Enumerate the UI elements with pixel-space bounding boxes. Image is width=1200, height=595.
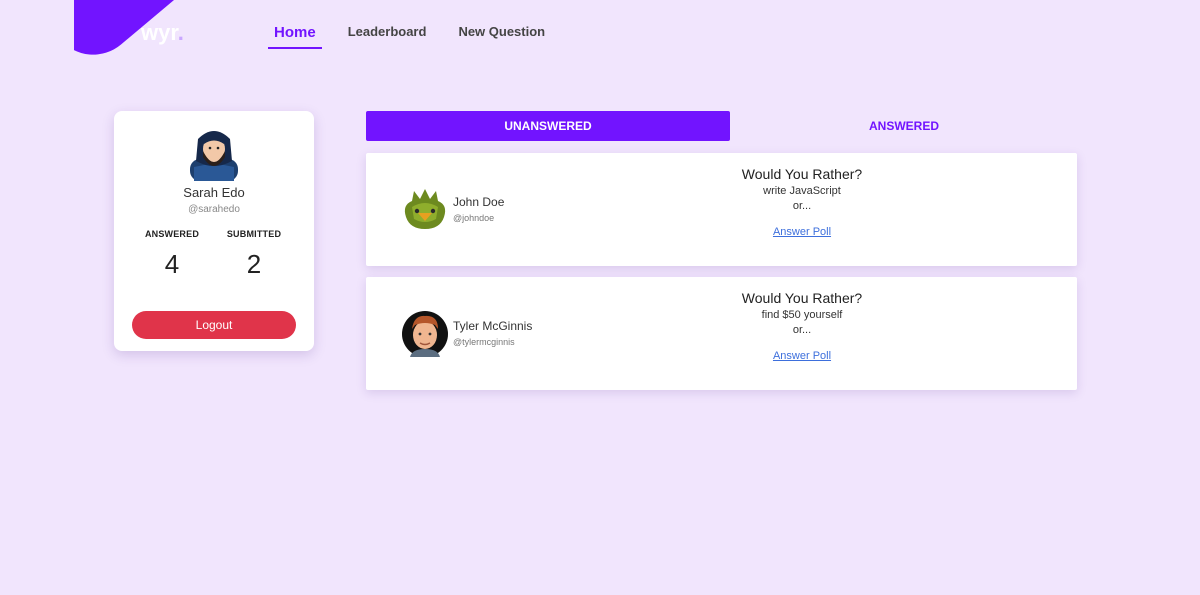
submitted-count: 2 [246, 249, 262, 279]
answered-label: ANSWERED [144, 229, 200, 239]
user-avatar [190, 131, 238, 181]
answered-count: 4 [164, 249, 180, 279]
author-avatar [402, 311, 448, 357]
author-name: Tyler McGinnis [453, 319, 533, 333]
author-avatar [404, 189, 446, 229]
author-handle: @johndoe [453, 213, 495, 223]
question-option: find $50 yourself [761, 309, 843, 321]
nav-new-question[interactable]: New Question [452, 22, 551, 49]
answer-poll-link[interactable]: Answer Poll [773, 226, 831, 238]
author-handle: @tylermcginnis [453, 337, 515, 347]
logout-button[interactable]: Logout [132, 311, 296, 339]
question-or: or... [792, 324, 812, 336]
tab-unanswered[interactable]: UNANSWERED [366, 111, 730, 141]
logo[interactable]: wyr. [141, 20, 184, 46]
nav-leaderboard[interactable]: Leaderboard [342, 22, 433, 49]
question-option: write JavaScript [763, 185, 841, 197]
question-card: John Doe @johndoe Would You Rather? writ… [366, 153, 1077, 266]
nav-home[interactable]: Home [268, 22, 322, 49]
submitted-stat: SUBMITTED 2 [214, 229, 294, 280]
answered-stat: ANSWERED 4 [132, 229, 212, 280]
profile-name: Sarah Edo [183, 185, 245, 200]
answer-poll-link[interactable]: Answer Poll [773, 350, 831, 362]
profile-handle: @sarahedo [188, 204, 240, 215]
question-card: Tyler McGinnis @tylermcginnis Would You … [366, 277, 1077, 390]
question-or: or... [792, 200, 812, 212]
author-name: John Doe [453, 195, 505, 209]
question-body: Would You Rather? find $50 yourself or..… [697, 290, 907, 364]
profile-card: Sarah Edo @sarahedo ANSWERED 4 SUBMITTED… [114, 111, 314, 351]
tab-answered[interactable]: ANSWERED [722, 111, 1086, 141]
top-nav: Home Leaderboard New Question [268, 22, 571, 49]
question-title: Would You Rather? [741, 166, 863, 182]
submitted-label: SUBMITTED [226, 229, 282, 239]
question-title: Would You Rather? [741, 290, 863, 306]
question-body: Would You Rather? write JavaScript or...… [697, 166, 907, 240]
